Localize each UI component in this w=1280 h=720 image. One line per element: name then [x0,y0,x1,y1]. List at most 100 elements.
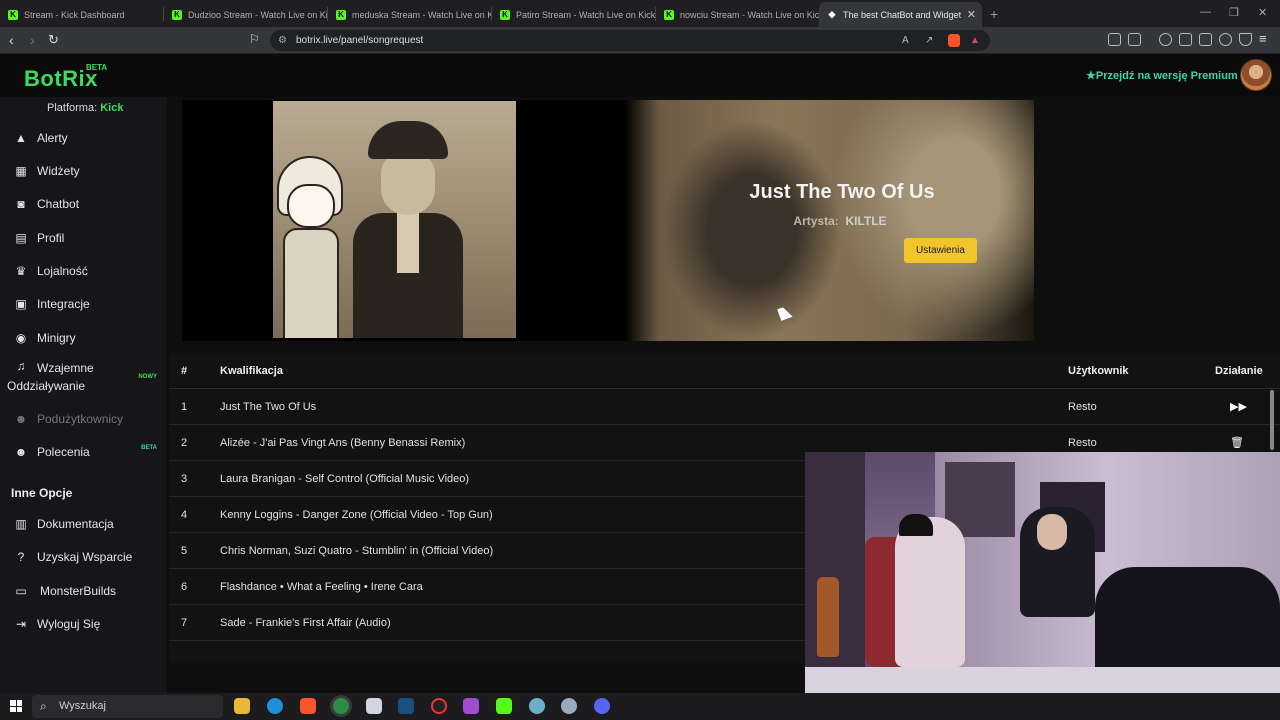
sidebar-item-referrals[interactable]: ☻ Polecenia BETA [0,437,167,467]
sidebar-icon[interactable] [1179,33,1192,46]
table-row[interactable]: 1 Just The Two Of Us Resto ▶▶ [169,389,1280,425]
premium-link[interactable]: ★Przejdź na wersję Premium [1086,69,1238,82]
taskbar-search[interactable]: ⌕ Wyszukaj [32,695,223,718]
sidebar-item-label: Wzajemne Oddziaływanie [7,361,94,393]
browser-tab[interactable]: K Patiro Stream - Watch Live on Kick [492,2,655,27]
sidebar-item-docs[interactable]: ▥ Dokumentacja [0,509,167,539]
row-number: 7 [181,617,188,629]
file-explorer-icon[interactable] [234,698,250,714]
row-number: 3 [181,473,188,485]
close-window-icon[interactable]: ✕ [1258,6,1267,19]
column-title: Kwalifikacja [220,365,283,377]
edge-icon[interactable] [267,698,283,714]
back-icon[interactable]: ‹ [9,32,14,48]
media-icon[interactable] [1159,33,1172,46]
sidebar-item-widgets[interactable]: ▦ Widżety [0,156,167,186]
app-icon[interactable] [463,698,479,714]
sidebar-item-alerts[interactable]: ▲ Alerty [0,123,167,153]
sidebar-item-loyalty[interactable]: ♛ Lojalność [0,256,167,286]
sidebar-item-integrations[interactable]: ▣ Integracje [0,289,167,319]
sidebar-item-minigames[interactable]: ◉ Minigry [0,323,167,353]
trophy-icon: ♛ [15,264,27,278]
column-action: Działanie [1215,365,1263,377]
steam-icon[interactable] [398,698,414,714]
app-icon[interactable] [529,698,545,714]
screenshot-icon[interactable] [1128,33,1141,46]
row-number: 5 [181,545,188,557]
browser-tab-active[interactable]: ◆ The best ChatBot and Widget ✕ [819,2,982,27]
star-icon: ★ [1086,70,1096,82]
scrollbar[interactable] [1270,390,1274,450]
reload-icon[interactable]: ↻ [48,32,59,48]
webcam-overlay [805,452,1280,720]
forward-icon[interactable]: › [30,32,35,48]
trash-icon[interactable]: 🗑 [1230,436,1244,450]
chrome-icon[interactable] [333,698,349,714]
sidebar-item-support[interactable]: ? Uzyskaj Wsparcie [0,542,167,572]
avatar[interactable] [1240,59,1272,91]
warning-icon: ▲ [15,131,27,145]
column-user: Użytkownik [1068,365,1129,377]
laptop-icon: ▭ [15,584,27,598]
browser-tab[interactable]: K Dudzioo Stream - Watch Live on Kick [164,2,327,27]
close-tab-icon[interactable]: ✕ [967,8,976,21]
grid-icon: ▦ [15,164,27,178]
brave-rewards-icon[interactable]: ▲ [970,30,980,51]
vpn-shield-icon[interactable] [1239,33,1252,46]
site-info-icon[interactable]: ⚙ [278,30,287,51]
artist-name: KILTLE [845,214,887,228]
new-tab-icon[interactable]: + [990,6,998,22]
sidebar-item-label: MonsterBuilds [40,584,117,598]
browser-tab[interactable]: Kmeduska Stream - Watch Live on Kick [328,2,491,27]
browser-tab[interactable]: K Stream - Kick Dashboard [0,2,163,27]
windows-start-icon[interactable] [10,700,22,712]
bookmark-icon[interactable]: ⚐ [249,32,260,46]
logo-beta-badge: BETA [86,63,108,72]
kick-icon[interactable] [496,698,512,714]
sidebar-item-label: Uzyskaj Wsparcie [37,550,133,564]
sidebar-item-label: Integracje [37,297,90,311]
extensions-icon[interactable] [1108,33,1121,46]
premium-label: Przejdź na wersję Premium [1095,70,1238,82]
menu-icon[interactable]: ≡ [1259,31,1267,46]
url-field[interactable]: ⚙ botrix.live/panel/songrequest A ↗ ▲ [270,30,990,51]
thumbnail-anime-figure [273,156,348,338]
discord-icon[interactable] [594,698,610,714]
tab-title: Dudzioo Stream - Watch Live on Kick [188,9,327,20]
new-badge: NOWY [138,374,157,380]
obs-icon[interactable] [431,698,447,714]
kick-logo-icon: K [500,9,510,20]
settings-button[interactable]: Ustawienia [904,238,977,263]
sidebar-item-label: Alerty [37,131,68,145]
sidebar-item-chatbot[interactable]: ◙ Chatbot [0,189,167,219]
leo-ai-icon[interactable] [1219,33,1232,46]
browser-tab[interactable]: Knowciu Stream - Watch Live on Kick [656,2,819,27]
sidebar-item-label: Dokumentacja [37,517,114,531]
tab-title: The best ChatBot and Widget [843,9,962,20]
row-title: Alizée - J'ai Pas Vingt Ans (Benny Benas… [220,437,466,449]
brave-shield-icon[interactable] [948,34,960,47]
platform-value: Kick [100,102,124,114]
play-next-icon[interactable]: ▶▶ [1230,400,1247,414]
sidebar-item-profile[interactable]: ▤ Profil [0,223,167,253]
sidebar-item-label: Polecenia [37,445,90,459]
translate-icon[interactable]: A [902,30,909,51]
tab-title: Stream - Kick Dashboard [24,9,125,20]
minimize-icon[interactable]: — [1200,6,1211,18]
platform-indicator: Platforma: Kick [47,102,123,114]
brave-icon[interactable] [300,698,316,714]
app-icon[interactable] [366,698,382,714]
wallet-icon[interactable] [1199,33,1212,46]
windows-taskbar: ⌕ Wyszukaj [0,693,1280,720]
row-title: Chris Norman, Suzi Quatro - Stumblin' in… [220,545,494,557]
sidebar-item-label: Chatbot [37,197,80,211]
share-icon[interactable]: ↗ [925,30,933,51]
sidebar-item-interaction[interactable]: ♫ Wzajemne Oddziaływanie NOWY [0,357,167,397]
restore-icon[interactable]: ❐ [1229,6,1239,19]
sidebar-item-monsterbuilds[interactable]: ▭ MonsterBuilds [0,576,167,606]
app-icon[interactable] [561,698,577,714]
beta-badge: BETA [141,445,157,451]
row-number: 2 [181,437,188,449]
sidebar-item-logout[interactable]: ⇥ Wyloguj Się [0,609,167,639]
address-toolbar: ‹ › ↻ ⚐ ⚙ botrix.live/panel/songrequest … [0,27,1280,54]
